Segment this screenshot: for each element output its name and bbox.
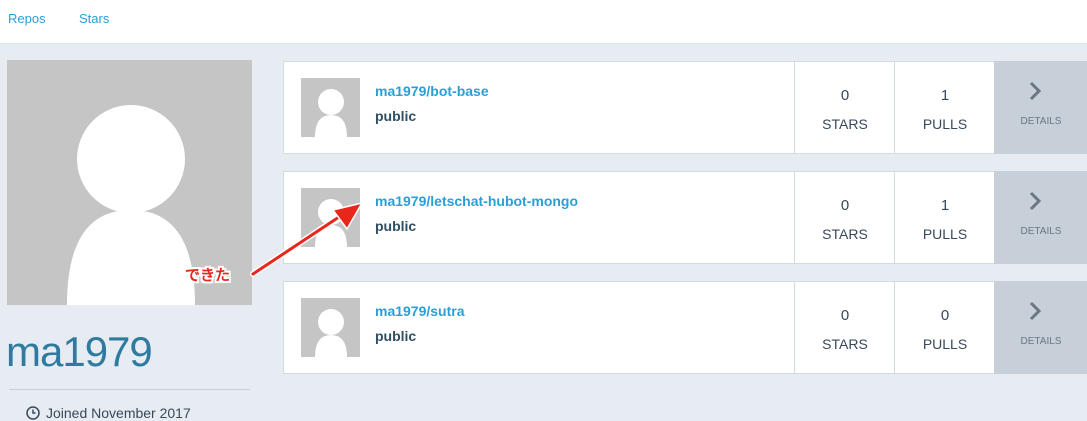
pulls-count: 1 xyxy=(940,197,950,214)
nav-repos-link[interactable]: Repos xyxy=(8,11,46,26)
repo-pulls: 1 PULLS xyxy=(894,62,995,153)
details-label: DETAILS xyxy=(1020,226,1062,237)
repo-visibility: public xyxy=(375,108,417,124)
profile-username: ma1979 xyxy=(6,328,153,375)
repo-name-link[interactable]: ma1979/sutra xyxy=(375,303,465,319)
repo-pulls: 1 PULLS xyxy=(894,172,995,263)
stars-label: STARS xyxy=(822,116,868,132)
repo-avatar xyxy=(301,298,360,357)
repo-avatar xyxy=(301,78,360,137)
details-label: DETAILS xyxy=(1020,116,1062,127)
stars-label: STARS xyxy=(822,336,868,352)
repo-avatar xyxy=(301,188,360,247)
details-button[interactable]: DETAILS xyxy=(994,171,1087,264)
repo-name-link[interactable]: ma1979/letschat-hubot-mongo xyxy=(375,193,578,209)
repo-stars: 0 STARS xyxy=(794,282,895,373)
top-nav: Repos Stars xyxy=(0,0,1087,44)
user-silhouette-icon xyxy=(315,199,347,247)
pulls-label: PULLS xyxy=(922,116,968,132)
details-button[interactable]: DETAILS xyxy=(994,281,1087,374)
details-button[interactable]: DETAILS xyxy=(994,61,1087,154)
annotation-label: できた xyxy=(185,267,231,284)
repo-pulls: 0 PULLS xyxy=(894,282,995,373)
repo-visibility: public xyxy=(375,328,417,344)
details-label: DETAILS xyxy=(1020,336,1062,347)
profile-joined: Joined November 2017 xyxy=(26,405,191,421)
chevron-right-icon xyxy=(1029,191,1042,211)
stars-count: 0 xyxy=(840,307,850,324)
nav-stars-link[interactable]: Stars xyxy=(79,11,109,26)
pulls-count: 1 xyxy=(940,87,950,104)
chevron-right-icon xyxy=(1029,301,1042,321)
repo-card: ma1979/bot-base public 0 STARS 1 PULLS D… xyxy=(283,61,1087,154)
stars-label: STARS xyxy=(822,226,868,242)
repo-visibility: public xyxy=(375,218,417,234)
pulls-count: 0 xyxy=(940,307,950,324)
repo-card: ma1979/sutra public 0 STARS 0 PULLS DETA… xyxy=(283,281,1087,374)
repo-stars: 0 STARS xyxy=(794,62,895,153)
pulls-label: PULLS xyxy=(922,226,968,242)
chevron-right-icon xyxy=(1029,81,1042,101)
repo-stars: 0 STARS xyxy=(794,172,895,263)
joined-date: Joined November 2017 xyxy=(46,405,191,421)
repo-card: ma1979/letschat-hubot-mongo public 0 STA… xyxy=(283,171,1087,264)
pulls-label: PULLS xyxy=(922,336,968,352)
user-silhouette-icon xyxy=(315,89,347,137)
repo-name-link[interactable]: ma1979/bot-base xyxy=(375,83,489,99)
profile-divider xyxy=(9,389,250,390)
stars-count: 0 xyxy=(840,197,850,214)
stars-count: 0 xyxy=(840,87,850,104)
user-silhouette-icon xyxy=(315,309,347,357)
